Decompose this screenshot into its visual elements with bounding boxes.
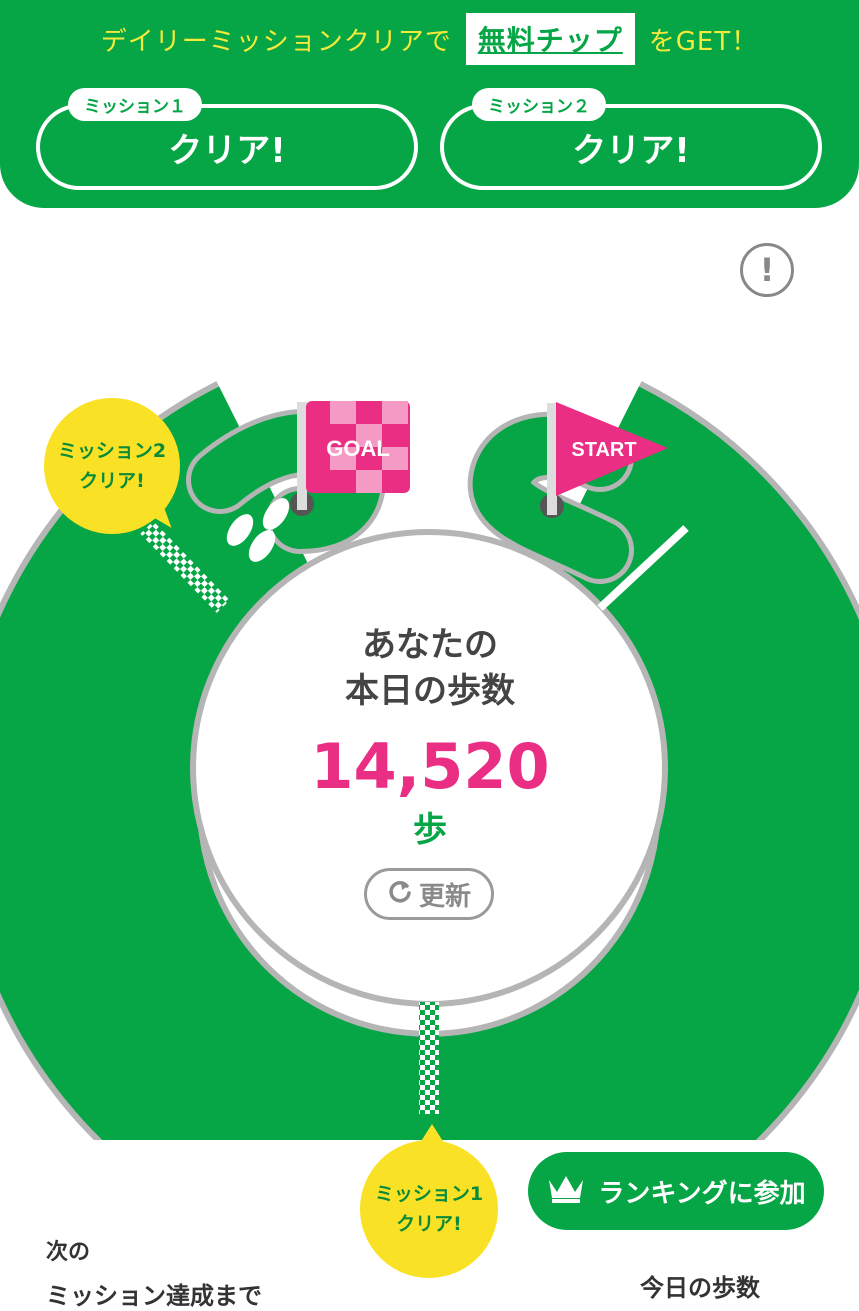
refresh-icon (387, 878, 413, 911)
today-steps-label: 今日の歩数 (640, 1274, 760, 1302)
promo-suffix: をGET！ (648, 26, 759, 57)
mission-header: デイリーミッションクリアで 無料チップ をGET！ ミッション１ クリア! ミッ… (0, 0, 859, 208)
steps-label-line1: あなたの (362, 625, 498, 665)
refresh-label: 更新 (418, 881, 471, 912)
mission-1-bubble-line2: クリア! (396, 1213, 462, 1235)
mission-2-bubble-line1: ミッション2 (57, 440, 167, 462)
mission-1-checker-line (419, 1002, 439, 1114)
next-mission-sub: ミッション達成まで (46, 1282, 262, 1310)
steps-label-line2: 本日の歩数 (345, 671, 515, 711)
steps-count: 14,520 (310, 730, 550, 803)
start-label: START (571, 439, 636, 461)
mission-1-bubble: ミッション1 クリア! (360, 1140, 498, 1278)
next-label: 次の (46, 1240, 91, 1265)
mission-1-bubble-line1: ミッション1 (374, 1183, 484, 1205)
mission-2-card: ミッション２ クリア! (440, 88, 822, 190)
mission-2-status: クリア! (572, 130, 690, 171)
mission-2-bubble-line2: クリア! (79, 470, 145, 492)
steps-label: あなたの 本日の歩数 (260, 622, 600, 714)
promo-banner: デイリーミッションクリアで 無料チップ をGET！ (0, 8, 859, 70)
mission-1-status: クリア! (168, 130, 286, 171)
promo-prefix: デイリーミッションクリアで (100, 26, 452, 57)
steps-unit: 歩 (413, 810, 447, 850)
join-ranking-button[interactable]: ランキングに参加 (528, 1152, 824, 1230)
next-mission-info: 次の ミッション達成まで (46, 1234, 262, 1311)
goal-label: GOAL (326, 436, 390, 461)
free-chip-link[interactable]: 無料チップ (465, 13, 635, 65)
refresh-button[interactable]: 更新 (364, 868, 494, 920)
mission-1-card: ミッション１ クリア! (36, 88, 418, 190)
join-ranking-label: ランキングに参加 (598, 1178, 806, 1209)
crown-icon (546, 1172, 586, 1211)
